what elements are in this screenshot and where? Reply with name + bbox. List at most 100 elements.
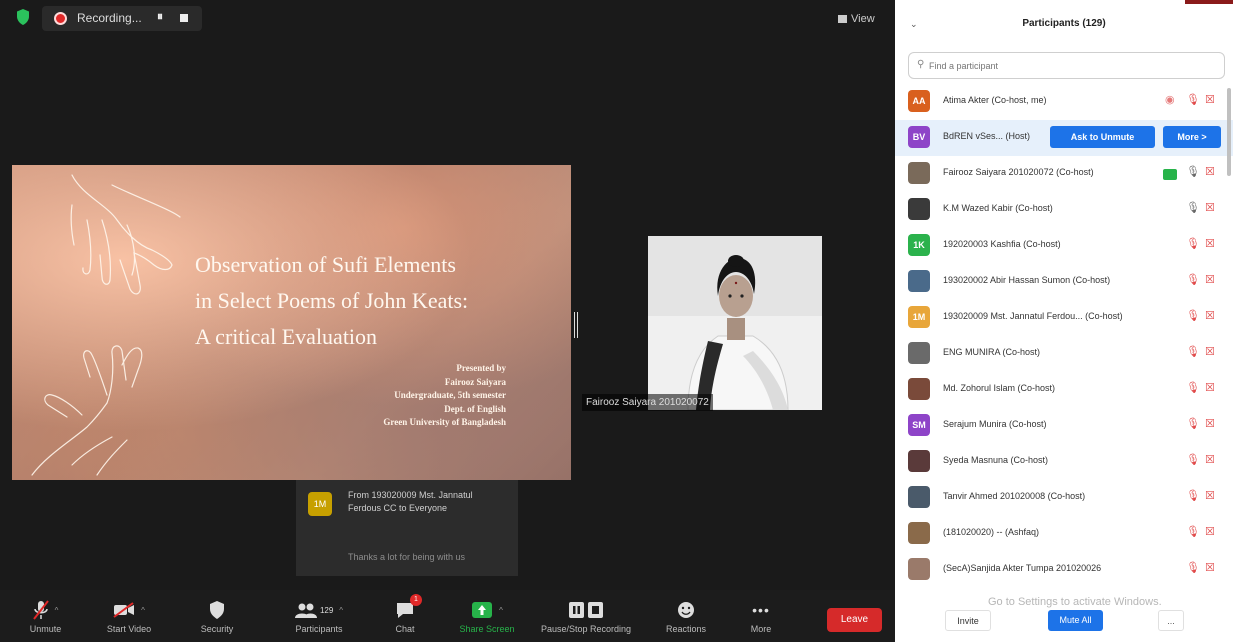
video-off-icon[interactable]: ☒: [1205, 561, 1215, 574]
participant-row[interactable]: 1K 192020003 Kashfia (Co-host) 🎙 ☒: [895, 228, 1233, 264]
unmute-button[interactable]: ^ Unmute: [18, 590, 73, 642]
avatar: [908, 198, 930, 220]
resize-handle[interactable]: [574, 312, 578, 338]
ask-to-unmute-button[interactable]: Ask to Unmute: [1050, 126, 1155, 148]
mic-muted-icon[interactable]: 🎙: [1186, 309, 1200, 322]
security-button[interactable]: Security: [192, 590, 242, 642]
participant-video-tile[interactable]: [648, 236, 822, 410]
video-off-icon[interactable]: ☒: [1205, 237, 1215, 250]
stop-recording-icon[interactable]: [180, 14, 188, 22]
participant-row[interactable]: 1M 193020009 Mst. Jannatul Ferdou... (Co…: [895, 300, 1233, 336]
participant-row[interactable]: (SecA)Sanjida Akter Tumpa 201020026 🎙 ☒: [895, 552, 1233, 588]
pause-recording-icon[interactable]: ⏸: [157, 9, 163, 24]
participant-row[interactable]: ENG MUNIRA (Co-host) 🎙 ☒: [895, 336, 1233, 372]
video-off-icon[interactable]: ☒: [1205, 309, 1215, 322]
mic-muted-icon[interactable]: 🎙: [1186, 93, 1200, 106]
video-off-icon[interactable]: ☒: [1205, 93, 1215, 106]
start-video-button[interactable]: ^ Start Video: [96, 590, 162, 642]
participant-row[interactable]: 193020002 Abir Hassan Sumon (Co-host) 🎙 …: [895, 264, 1233, 300]
video-on-icon[interactable]: [1163, 169, 1177, 180]
participant-row[interactable]: SM Serajum Munira (Co-host) 🎙 ☒: [895, 408, 1233, 444]
slide-presenter-info: Presented by Fairooz Saiyara Undergradua…: [383, 362, 506, 430]
video-off-icon[interactable]: ☒: [1205, 381, 1215, 394]
chevron-up-icon[interactable]: ^: [55, 606, 59, 615]
participant-row[interactable]: K.M Wazed Kabir (Co-host) 🎙 ☒: [895, 192, 1233, 228]
slide-title-line: A critical Evaluation: [195, 324, 378, 349]
participants-button[interactable]: 129 ^ Participants: [278, 590, 360, 642]
presenter-line: Presented by: [456, 363, 506, 373]
mic-muted-icon[interactable]: 🎙: [1186, 237, 1200, 250]
mic-muted-icon[interactable]: 🎙: [1186, 525, 1200, 538]
security-label: Security: [200, 624, 234, 634]
participant-more-button[interactable]: More >: [1163, 126, 1221, 148]
participant-row[interactable]: Tanvir Ahmed 201020008 (Co-host) 🎙 ☒: [895, 480, 1233, 516]
mic-icon[interactable]: 🎙: [1186, 201, 1200, 214]
mic-muted-icon[interactable]: 🎙: [1186, 345, 1200, 358]
participants-panel: ⌄ Participants (129) ⚲ AA Atima Akter (C…: [895, 0, 1233, 642]
unmute-label: Unmute: [29, 624, 62, 634]
participant-list-scrollbar[interactable]: [1227, 88, 1231, 176]
pause-stop-recording-button[interactable]: Pause/Stop Recording: [536, 590, 636, 642]
chat-notification[interactable]: 1M From 193020009 Mst. Jannatul Ferdous …: [296, 480, 518, 576]
avatar: [908, 342, 930, 364]
video-off-icon: [113, 602, 135, 618]
chat-message: Thanks a lot for being with us: [348, 552, 466, 562]
participant-row[interactable]: BV BdREN vSes... (Host) Ask to Unmute Mo…: [895, 120, 1233, 156]
video-off-icon[interactable]: ☒: [1205, 201, 1215, 214]
presenter-line: Green University of Bangladesh: [383, 417, 506, 428]
participant-search[interactable]: ⚲: [908, 52, 1225, 79]
mic-muted-icon[interactable]: 🎙: [1186, 561, 1200, 574]
video-off-icon[interactable]: ☒: [1205, 417, 1215, 430]
chevron-up-icon[interactable]: ^: [141, 606, 145, 615]
participant-name: 193020009 Mst. Jannatul Ferdou... (Co-ho…: [943, 311, 1123, 321]
share-screen-label: Share Screen: [459, 624, 515, 634]
participant-name: (181020020) -- (Ashfaq): [943, 527, 1040, 537]
recording-indicator: Recording... ⏸: [42, 6, 202, 31]
mic-muted-icon[interactable]: 🎙: [1186, 273, 1200, 286]
video-off-icon[interactable]: ☒: [1205, 525, 1215, 538]
video-off-icon[interactable]: ☒: [1205, 453, 1215, 466]
slide-title-line: Observation of Sufi Elements: [195, 252, 456, 277]
avatar: [908, 378, 930, 400]
avatar: [908, 450, 930, 472]
mic-muted-icon[interactable]: 🎙: [1186, 381, 1200, 394]
mute-all-button[interactable]: Mute All: [1048, 610, 1103, 631]
share-screen-icon: [472, 602, 493, 618]
avatar: [908, 522, 930, 544]
participant-row[interactable]: Fairooz Saiyara 201020072 (Co-host) 🎙 ☒: [895, 156, 1233, 192]
share-screen-button[interactable]: ^ Share Screen: [452, 590, 522, 642]
participant-row[interactable]: (181020020) -- (Ashfaq) 🎙 ☒: [895, 516, 1233, 552]
participants-label: Participants: [295, 624, 343, 634]
video-off-icon[interactable]: ☒: [1205, 273, 1215, 286]
mic-icon[interactable]: 🎙: [1186, 165, 1200, 178]
shared-slide: Observation of Sufi Elements in Select P…: [12, 165, 571, 480]
participants-count: 129: [319, 605, 334, 615]
video-off-icon[interactable]: ☒: [1205, 489, 1215, 502]
video-off-icon[interactable]: ☒: [1205, 345, 1215, 358]
participant-row[interactable]: Syeda Masnuna (Co-host) 🎙 ☒: [895, 444, 1233, 480]
mic-muted-icon[interactable]: 🎙: [1186, 417, 1200, 430]
avatar: 1K: [908, 234, 930, 256]
avatar: AA: [908, 90, 930, 112]
participant-row[interactable]: AA Atima Akter (Co-host, me) ◉ 🎙 ☒: [895, 84, 1233, 120]
chevron-up-icon[interactable]: ^: [339, 606, 343, 615]
more-button[interactable]: ••• More: [744, 590, 778, 642]
slide-title: Observation of Sufi Elements in Select P…: [195, 247, 545, 355]
participant-row[interactable]: Md. Zohorul Islam (Co-host) 🎙 ☒: [895, 372, 1233, 408]
mic-muted-icon[interactable]: 🎙: [1186, 489, 1200, 502]
chat-button[interactable]: 1 Chat: [390, 590, 422, 642]
avatar: [908, 486, 930, 508]
panel-more-button[interactable]: ...: [1158, 610, 1184, 631]
chevron-up-icon[interactable]: ^: [499, 606, 503, 615]
reactions-button[interactable]: Reactions: [658, 590, 714, 642]
view-label: View: [851, 13, 875, 25]
search-input[interactable]: [929, 57, 1209, 75]
avatar: BV: [908, 126, 930, 148]
view-button[interactable]: View: [838, 13, 875, 25]
mic-muted-icon[interactable]: 🎙: [1186, 453, 1200, 466]
shield-icon[interactable]: [15, 9, 31, 27]
invite-button[interactable]: Invite: [945, 610, 991, 631]
video-off-icon[interactable]: ☒: [1205, 165, 1215, 178]
participant-name: Md. Zohorul Islam (Co-host): [943, 383, 1056, 393]
leave-button[interactable]: Leave: [827, 608, 882, 632]
